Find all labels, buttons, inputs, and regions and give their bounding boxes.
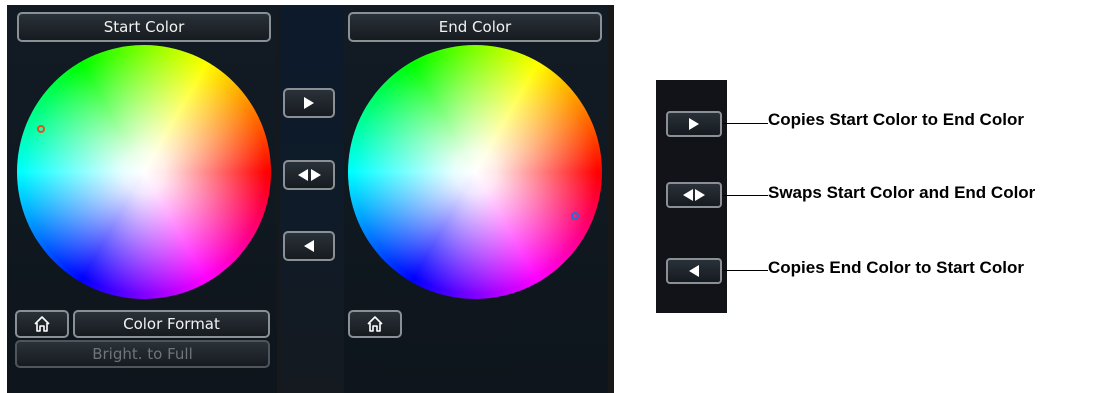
arrow-left-icon	[683, 189, 693, 201]
copy-start-to-end-button[interactable]	[283, 88, 335, 118]
home-icon	[367, 316, 383, 332]
color-picker-panel: Start Color Color Format Bright. to Full…	[7, 5, 614, 393]
legend-copy-end-to-start: Copies End Color to Start Color	[768, 258, 1024, 277]
start-color-title-button[interactable]: Start Color	[17, 12, 271, 42]
start-color-marker[interactable]	[37, 125, 45, 133]
swap-arrows-icon	[297, 169, 321, 181]
arrow-left-icon	[689, 265, 699, 277]
legend-copy-start-to-end: Copies Start Color to End Color	[768, 110, 1024, 129]
start-home-button[interactable]	[15, 310, 69, 338]
start-color-wheel[interactable]	[17, 45, 271, 299]
transfer-column	[280, 5, 344, 393]
legend-swap-button	[666, 182, 722, 208]
legend-copy-start-to-end-button	[666, 111, 722, 137]
arrow-right-icon	[304, 97, 314, 109]
swap-colors-button[interactable]	[283, 160, 335, 190]
color-format-button[interactable]: Color Format	[73, 310, 270, 338]
end-color-wheel[interactable]	[348, 45, 602, 299]
leader-line-swap	[722, 195, 768, 196]
bright-to-full-button[interactable]: Bright. to Full	[15, 340, 270, 368]
legend-copy-end-to-start-button	[666, 258, 722, 284]
arrow-right-icon	[689, 118, 699, 130]
legend-button-strip	[656, 80, 727, 313]
start-color-panel: Start Color Color Format Bright. to Full	[7, 5, 277, 393]
legend-swap: Swaps Start Color and End Color	[768, 183, 1036, 202]
end-home-button[interactable]	[348, 310, 402, 338]
arrow-left-icon	[304, 240, 314, 252]
leader-line-copy-end	[722, 270, 768, 271]
end-color-marker[interactable]	[571, 212, 579, 220]
copy-end-to-start-button[interactable]	[283, 231, 335, 261]
end-color-title-button[interactable]: End Color	[348, 12, 602, 42]
leader-line-copy-start	[722, 123, 768, 124]
end-color-panel: End Color	[344, 5, 608, 393]
arrow-right-icon	[695, 189, 705, 201]
home-icon	[34, 316, 50, 332]
